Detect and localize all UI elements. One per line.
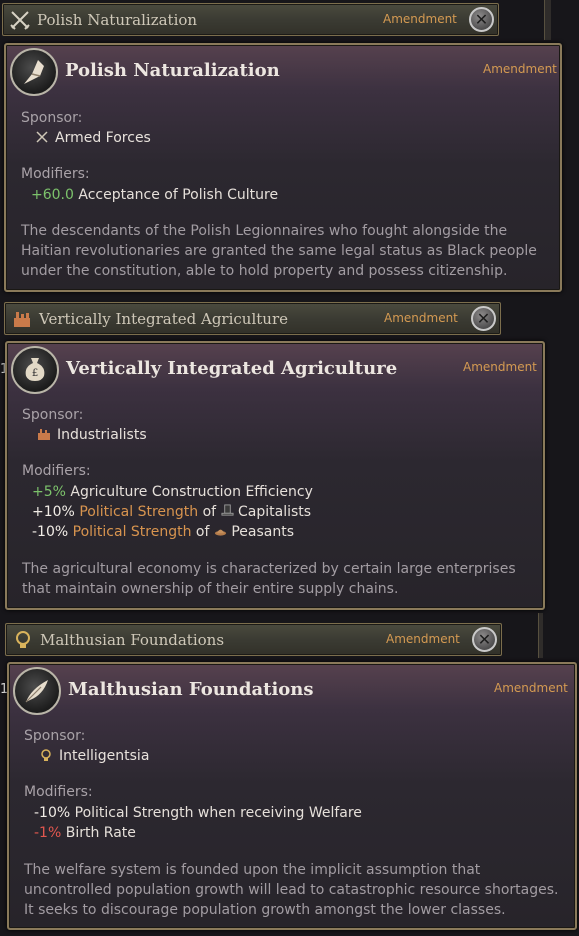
amendment-tag: Amendment [463,360,537,374]
modifier-row: +5% Agriculture Construction Efficiency [32,484,313,500]
tooltip-title: Polish Naturalization [65,60,280,81]
sponsor-name: Industrialists [57,427,147,443]
amendment-bar-polish-naturalization[interactable]: Polish Naturalization Amendment ✕ [2,3,499,36]
modifier-row: -10% Political Strength of Peasants [32,524,294,541]
modifier-amount: +5% [32,484,66,500]
modifier-amount: +60.0 [31,187,74,203]
close-button[interactable]: ✕ [471,306,496,331]
modifier-group: Capitalists [238,504,312,520]
sponsor-name: Intelligentsia [59,748,150,764]
background-edge [544,0,551,40]
modifier-text: Agriculture Construction Efficiency [70,484,313,500]
bar-title: Malthusian Foundations [40,631,225,649]
modifier-group: Peasants [231,524,294,540]
amendment-tag: Amendment [383,12,457,26]
background-edge [538,613,543,658]
sponsor-value: Armed Forces [35,130,151,148]
description: The descendants of the Polish Legionnair… [21,223,537,279]
amendment-tooltip-malthusian-foundations: Malthusian Foundations Amendment Sponsor… [7,662,577,930]
feather-quill-icon [13,667,61,715]
amendment-tag: Amendment [494,681,568,695]
tooltip-title: Malthusian Foundations [68,679,314,700]
amendment-tag: Amendment [483,62,557,76]
modifier-amount: -1% [34,825,62,841]
money-bag-icon: £ [11,346,59,394]
sponsor-label: Sponsor: [22,407,84,423]
sponsor-label: Sponsor: [21,110,83,126]
factory-icon [11,308,33,330]
modifier-text: Political Strength when receiving Welfar… [74,805,362,821]
sponsor-value: Industrialists [37,427,147,445]
tooltip-title: Vertically Integrated Agriculture [66,358,398,379]
lightbulb-icon [12,629,34,651]
description: The welfare system is founded upon the i… [24,862,559,918]
amendment-tooltip-polish-naturalization: Polish Naturalization Amendment Sponsor:… [4,43,562,292]
amendment-tag: Amendment [384,311,458,325]
modifier-of: of [195,524,210,540]
modifier-amount: -10% [34,805,71,821]
modifiers-label: Modifiers: [22,463,91,479]
modifiers-label: Modifiers: [24,784,93,800]
amendment-bar-malthusian-foundations[interactable]: Malthusian Foundations Amendment ✕ [5,623,502,656]
modifier-amount: +10% [32,504,75,520]
modifier-text: Acceptance of Polish Culture [78,187,279,203]
modifier-row: +60.0 Acceptance of Polish Culture [31,187,278,203]
svg-text:£: £ [32,368,38,379]
sponsor-label: Sponsor: [24,728,86,744]
modifier-of: of [202,504,217,520]
modifier-text: Birth Rate [65,825,136,841]
straw-hat-icon [214,524,227,541]
amendment-tag: Amendment [386,632,460,646]
lightbulb-icon [39,748,53,766]
crossed-swords-icon [9,9,31,31]
bar-title: Vertically Integrated Agriculture [39,310,288,328]
sponsor-value: Intelligentsia [39,748,149,766]
modifier-row: +10% Political Strength of Capitalists [32,504,311,521]
modifier-row: -1% Birth Rate [34,825,136,841]
modifiers-label: Modifiers: [21,166,90,182]
top-hat-icon [221,504,234,521]
crossed-swords-icon [35,130,49,148]
description: The agricultural economy is characterize… [22,561,516,597]
bar-title: Polish Naturalization [37,11,198,29]
modifier-text: Political Strength [72,524,192,540]
factory-icon [37,427,51,445]
modifier-text: Political Strength [79,504,199,520]
close-button[interactable]: ✕ [469,7,494,32]
amendment-tooltip-vertically-integrated-agriculture: £ Vertically Integrated Agriculture Amen… [5,341,545,610]
polish-naturalization-icon [10,48,58,96]
modifier-amount: -10% [32,524,69,540]
close-button[interactable]: ✕ [472,627,497,652]
sponsor-name: Armed Forces [55,130,151,146]
amendment-bar-vertically-integrated-agriculture[interactable]: Vertically Integrated Agriculture Amendm… [4,302,501,335]
modifier-row: -10% Political Strength when receiving W… [34,805,362,821]
